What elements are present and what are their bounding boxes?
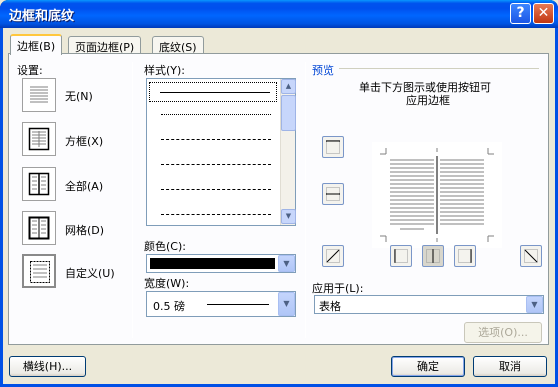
style-solid-line (160, 92, 270, 93)
scroll-down-icon[interactable]: ▼ (281, 209, 296, 224)
border-diagonal-up-icon (326, 249, 340, 263)
help-button[interactable]: ? (510, 3, 531, 24)
chevron-down-icon[interactable]: ▼ (278, 292, 295, 316)
preview-hint-line2: 应用边框 (406, 94, 450, 107)
window-title: 边框和底纹 (9, 9, 75, 24)
setting-custom-label: 自定义(U) (65, 267, 115, 280)
tab-borders[interactable]: 边框(B) (10, 34, 63, 55)
style-option-selected[interactable] (149, 82, 277, 102)
help-icon: ? (516, 5, 525, 21)
border-left-button[interactable] (390, 245, 412, 267)
apply-to-combo[interactable]: 表格 ▼ (314, 295, 544, 314)
cancel-button[interactable]: 取消 (473, 356, 547, 377)
dialog-window: 边框和底纹 ? ✕ 边框(B) 页面边框(P) 底纹(S) 设置: 无(N) 方… (0, 0, 558, 387)
style-dash-dot-dot-line[interactable] (161, 214, 271, 215)
border-inside-horizontal-button[interactable] (322, 183, 344, 205)
ok-button[interactable]: 确定 (391, 356, 465, 377)
setting-custom-icon (30, 261, 50, 283)
separator-right (305, 62, 306, 338)
width-value: 0.5 磅 (153, 300, 185, 313)
style-dash-line[interactable] (161, 164, 271, 165)
border-top-icon (326, 140, 340, 154)
horizontal-line-button[interactable]: 横线(H)... (9, 356, 86, 377)
options-button[interactable]: 选项(O)... (464, 322, 542, 343)
style-dash-small-line[interactable] (161, 139, 271, 140)
border-diagonal-down-button[interactable] (520, 245, 542, 267)
border-inside-vertical-button[interactable] (422, 245, 444, 267)
settings-heading: 设置: (17, 64, 43, 77)
style-scrollbar[interactable]: ▲ ▼ (280, 79, 296, 225)
style-dotted-line[interactable] (161, 114, 271, 115)
options-button-label: 选项(O)... (478, 326, 528, 339)
horizontal-line-button-label: 横线(H)... (22, 360, 73, 373)
style-listbox[interactable]: ▲ ▼ (146, 78, 296, 226)
preview-table-icon (380, 148, 494, 242)
tab-page-border[interactable]: 页面边框(P) (68, 36, 142, 54)
color-combo[interactable]: ▼ (146, 254, 296, 273)
setting-all-button[interactable] (22, 167, 56, 201)
setting-box-button[interactable] (22, 122, 56, 156)
width-combo[interactable]: 0.5 磅 ▼ (146, 291, 296, 317)
width-heading: 宽度(W): (144, 277, 190, 290)
close-icon: ✕ (537, 5, 550, 21)
apply-to-heading: 应用于(L): (312, 282, 364, 295)
tab-shading[interactable]: 底纹(S) (152, 36, 204, 54)
setting-none-button[interactable] (22, 78, 56, 112)
setting-custom-button[interactable] (22, 254, 56, 288)
border-diagonal-down-icon (524, 249, 538, 263)
color-swatch (150, 258, 275, 269)
separator-left (132, 62, 133, 338)
tab-borders-label: 边框(B) (17, 40, 56, 53)
scroll-up-icon[interactable]: ▲ (281, 79, 296, 94)
chevron-down-icon[interactable]: ▼ (278, 255, 295, 272)
border-left-icon (394, 249, 408, 263)
chevron-down-icon[interactable]: ▼ (526, 296, 543, 313)
setting-grid-label: 网格(D) (65, 224, 105, 237)
style-heading: 样式(Y): (144, 64, 186, 77)
border-inside-vertical-icon (426, 249, 440, 263)
border-top-button[interactable] (322, 136, 344, 158)
color-heading: 颜色(C): (144, 240, 186, 253)
apply-to-value: 表格 (319, 300, 341, 313)
ok-button-label: 确定 (417, 360, 439, 373)
preview-heading: 预览 (312, 64, 334, 77)
border-diagonal-up-button[interactable] (322, 245, 344, 267)
setting-all-icon (28, 172, 50, 196)
style-dash-dot-line[interactable] (161, 189, 271, 190)
setting-none-label: 无(N) (65, 90, 93, 103)
preview-area[interactable] (372, 142, 502, 248)
border-right-icon (458, 249, 472, 263)
width-line-sample (207, 304, 269, 305)
setting-box-label: 方框(X) (65, 135, 104, 148)
scroll-thumb[interactable] (281, 95, 296, 131)
title-bar[interactable]: 边框和底纹 ? ✕ (0, 0, 558, 28)
preview-heading-rule (339, 68, 539, 69)
border-inside-horizontal-icon (326, 187, 340, 201)
border-right-button[interactable] (454, 245, 476, 267)
setting-grid-button[interactable] (22, 211, 56, 245)
setting-box-icon (28, 127, 50, 151)
close-button[interactable]: ✕ (533, 3, 554, 24)
setting-all-label: 全部(A) (65, 180, 104, 193)
dialog-client: 边框(B) 页面边框(P) 底纹(S) 设置: 无(N) 方框(X) 全部(A)… (3, 28, 555, 384)
setting-none-icon (30, 86, 48, 103)
tab-panel: 设置: 无(N) 方框(X) 全部(A) 网格(D) 自定义(U) 样式(Y):… (8, 53, 549, 345)
cancel-button-label: 取消 (499, 360, 521, 373)
setting-grid-icon (28, 216, 50, 240)
